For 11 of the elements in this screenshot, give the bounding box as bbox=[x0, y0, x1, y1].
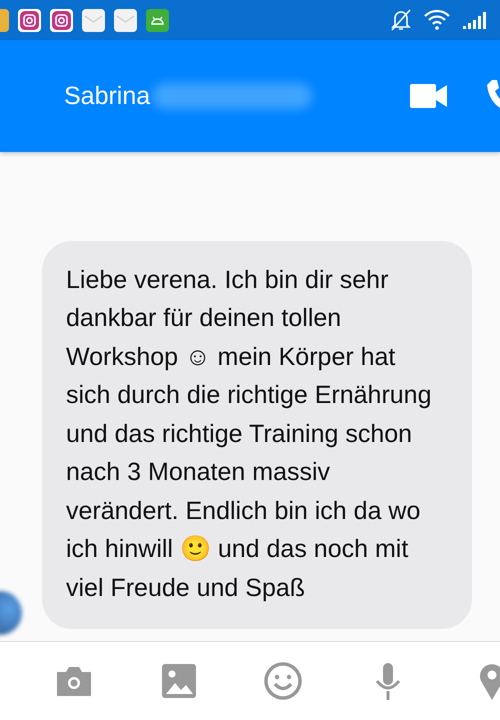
camera-icon bbox=[50, 8, 73, 32]
video-call-icon[interactable] bbox=[410, 84, 448, 108]
robot-icon bbox=[146, 8, 169, 32]
mail-icon bbox=[82, 8, 105, 32]
contact-name: Sabrina bbox=[64, 82, 150, 110]
message-text: Liebe verena. Ich bin dir sehr dankbar für deinen tollen Workshop ☺ mein Körper hat sich durch die richtige Ernährung und das richtige Training schon nach 3 Monaten massiv verändert. Endlich bin ich da wo ich hinwill 🙂 und das noch mit viel Freude und Spaß bbox=[66, 264, 432, 604]
muted-bell-icon bbox=[390, 8, 412, 32]
signal-icon bbox=[462, 10, 488, 30]
mail-icon bbox=[114, 8, 137, 32]
wifi-icon bbox=[424, 10, 450, 30]
camera-icon bbox=[18, 8, 41, 32]
